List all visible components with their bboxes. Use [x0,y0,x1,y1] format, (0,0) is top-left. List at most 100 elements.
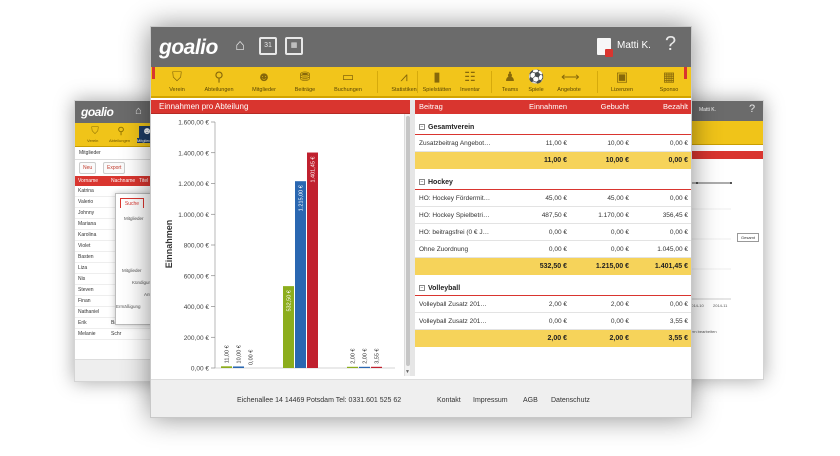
home-icon[interactable]: ⌂ [231,37,249,55]
bw-col-header[interactable]: Vorname [78,178,98,184]
bw-nav-label: Verein [87,138,99,143]
chart-bar[interactable] [359,366,370,368]
nav-label: Teams [501,87,519,93]
rw-user[interactable]: Matti K. [699,107,716,113]
people-icon: ☻ [257,69,271,84]
app-logo[interactable]: goalio [159,36,218,60]
cell: Mariana [78,221,97,227]
group-header-volleyball[interactable]: − Volleyball [415,281,691,296]
revenue-chart-panel: Einnahmen pro Abteilung Einnahmen 0,00 €… [151,100,410,376]
chart-panel-title: Einnahmen pro Abteilung [151,100,410,114]
footer-link-impressum[interactable]: Impressum [473,397,508,404]
chart-bar[interactable] [307,152,318,368]
topbar: goalio ⌂ 31 ▦ Matti K. ? [151,27,691,67]
footer-link-datenschutz[interactable]: Datenschutz [551,397,590,404]
cell: Nis [78,276,86,282]
rw-point [730,182,732,184]
chart-bar[interactable] [233,366,244,368]
nav-scroll-right-handle[interactable] [684,67,687,79]
sum-bezahlt: 1.401,45 € [654,263,688,270]
bw-new-button[interactable]: Neu [79,162,97,174]
calendar-icon[interactable]: 31 [259,37,277,55]
cell: Johnny [78,210,95,216]
org-chart-icon: ⚲ [214,69,224,84]
cell-beitrag: Zusatzbeitrag Angebot… [419,140,491,147]
group-name: Hockey [428,179,453,186]
group-name: Volleyball [428,285,461,292]
col-header-einnahmen[interactable]: Einnahmen [529,100,567,114]
rw-help-icon[interactable]: ? [749,103,755,115]
chart-bar[interactable] [371,366,382,368]
nav-item-lizenzen[interactable]: ▣ Lizenzen [603,67,641,98]
table-row[interactable]: HO: Hockey Spielbetri… 487,50 € 1.170,00 €… [415,207,691,224]
cell-gebucht: 10,00 € [607,140,629,147]
table-row[interactable]: Volleyball Zusatz 201… 2,00 € 2,00 € 0,00 € [415,296,691,313]
sum-einnahmen: 532,50 € [539,263,567,270]
collapse-toggle-icon[interactable]: − [419,124,425,130]
bw-dialog-label: Kündigun [132,280,152,285]
nav-item-sponsoren[interactable]: ▦ Sponso [649,67,689,98]
cell-bezahlt: 3,55 € [669,318,688,325]
nav-item-buchungen[interactable]: ▭ Buchungen [323,67,373,98]
bw-export-button[interactable]: Export [103,162,126,174]
grid-icon[interactable]: ▦ [285,37,303,55]
collapse-toggle-icon[interactable]: − [419,285,425,291]
group-header-gesamtverein[interactable]: − Gesamtverein [415,120,691,135]
cell: Melanie [78,331,96,337]
table-row[interactable]: HO: Hockey Fördermit… 45,00 € 45,00 € 0,00 … [415,190,691,207]
table-row[interactable]: HO: beitragsfrei (0 € J… 0,00 € 0,00 € 0,00… [415,224,691,241]
bw-org-chart-icon[interactable]: ⚲ [113,126,129,138]
nav-label: Spiele [528,87,544,93]
bw-shield-icon[interactable]: ⛉ [87,126,103,138]
y-tick-label: 400,00 € [184,304,210,311]
nav-item-abteilungen[interactable]: ⚲ Abteilungen [197,67,241,98]
table-row[interactable]: Volleyball Zusatz 201… 0,00 € 0,00 € 3,55 € [415,313,691,330]
nav-item-spiele[interactable]: ⚽ Spiele [523,67,549,98]
y-tick-label: 600,00 € [184,273,210,280]
table-row[interactable]: Zusatzbeitrag Angebot… 11,00 € 10,00 € 0,00… [415,135,691,152]
nav-item-beitraege[interactable]: ⛃ Beiträge [287,67,323,98]
help-icon[interactable]: ? [665,33,676,56]
y-tick-label: 200,00 € [184,335,210,342]
chart-bars: 11,00 € 10,00 € 0,00 € 532,50 € 1.215,00 € 1.… [221,152,382,368]
footer-link-kontakt[interactable]: Kontakt [437,397,461,404]
nav-item-teams[interactable]: ♟ Teams [497,67,523,98]
y-tick-label: 1.600,00 € [178,120,209,127]
user-menu[interactable]: Matti K. [617,40,651,51]
chart-bar[interactable] [347,366,358,368]
bw-col-header[interactable]: Titel [139,176,148,186]
collapse-toggle-icon[interactable]: − [419,179,425,185]
nav-item-spielstaetten[interactable]: ▮ Spielstätten [419,67,455,98]
cell-gebucht: 0,00 € [610,229,629,236]
y-tick-label: 1.200,00 € [178,181,209,188]
inventory-icon: ☷ [464,69,476,84]
footer-link-agb[interactable]: AGB [523,397,538,404]
col-header-beitrag[interactable]: Beitrag [419,100,443,114]
nav-item-inventar[interactable]: ☷ Inventar [455,67,485,98]
chart-bar[interactable] [221,366,232,368]
screen: goalio ⌂ ⛉ Verein ⚲ Abteilungen ☻ Mitgli… [0,0,840,456]
col-header-gebucht[interactable]: Gebucht [601,100,629,114]
bw-search-tab[interactable]: Suche [120,198,144,208]
cell-bezahlt: 0,00 € [669,301,688,308]
cell: Liza [78,265,88,271]
ball-icon: ⚽ [528,69,545,84]
nav-item-mitglieder[interactable]: ☻ Mitglieder [241,67,287,98]
nav-item-verein[interactable]: ⛉ Verein [157,67,197,98]
cell: Nathaniel [78,309,100,315]
cell-gebucht: 0,00 € [610,246,629,253]
cell-gebucht: 2,00 € [610,301,629,308]
table-row[interactable]: Ohne Zuordnung 0,00 € 0,00 € 1.045,00 € [415,241,691,258]
nav-scroll-left-handle[interactable] [152,67,155,79]
bw-home-icon[interactable]: ⌂ [135,105,142,117]
coins-icon: ⛃ [299,69,311,84]
bar-value-label: 532,50 € [287,290,293,311]
group-header-hockey[interactable]: − Hockey [415,175,691,190]
bw-col-header[interactable]: Nachname [111,176,135,186]
cell-einnahmen: 487,50 € [541,212,567,219]
nav-item-angebote[interactable]: ⟷ Angebote [549,67,589,98]
user-avatar-icon[interactable] [597,38,613,57]
col-header-bezahlt[interactable]: Bezahlt [663,100,688,114]
cell: Karolina [78,232,97,238]
rw-legend[interactable]: Gesamt [737,233,759,242]
